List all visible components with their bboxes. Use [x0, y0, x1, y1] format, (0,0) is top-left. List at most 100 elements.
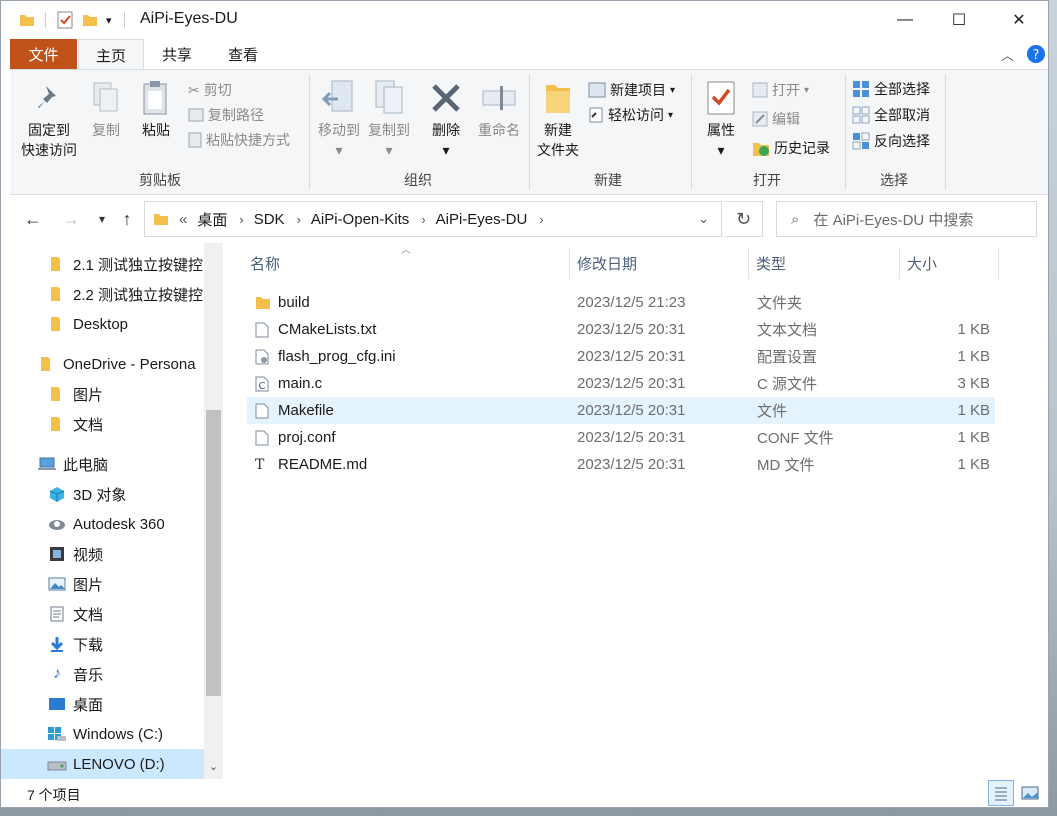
invert-selection-button[interactable]: 反向选择	[852, 129, 930, 153]
copy-path-label: 复制路径	[208, 107, 264, 123]
scrollbar-thumb[interactable]	[206, 410, 221, 696]
tab-home[interactable]: 主页	[78, 39, 144, 70]
column-type[interactable]: 类型	[749, 243, 899, 283]
nav-item[interactable]: 视频	[1, 539, 206, 569]
paste-button[interactable]: 粘贴	[134, 76, 178, 140]
move-to-button[interactable]: 移动到 ▾	[314, 76, 364, 160]
nav-item[interactable]: OneDrive - Persona	[1, 349, 206, 379]
help-icon[interactable]: ?	[1026, 44, 1046, 64]
svg-text:C: C	[259, 381, 266, 392]
file-row[interactable]: flash_prog_cfg.ini 2023/12/5 20:31 配置设置 …	[247, 343, 995, 370]
nav-item[interactable]: 图片	[1, 569, 206, 599]
chevron-right-icon[interactable]: ›	[539, 212, 543, 227]
minimize-button[interactable]: —	[879, 1, 931, 39]
new-item-button[interactable]: 新建项目 ▾	[588, 78, 675, 102]
file-row[interactable]: CMakeLists.txt 2023/12/5 20:31 文本文档 1 KB	[247, 316, 995, 343]
large-icons-view-button[interactable]	[1017, 780, 1043, 806]
chevron-down-icon[interactable]: ⌄	[698, 211, 709, 227]
copy-to-label: 复制到 ▾	[368, 122, 410, 158]
tab-share[interactable]: 共享	[144, 39, 210, 69]
details-view-button[interactable]	[988, 780, 1014, 806]
file-row-hovered[interactable]: Makefile 2023/12/5 20:31 文件 1 KB	[247, 397, 995, 424]
nav-item[interactable]: Desktop	[1, 309, 206, 339]
nav-item-this-pc[interactable]: 此电脑	[1, 449, 206, 479]
close-button[interactable]: ✕	[993, 1, 1045, 39]
chevron-down-icon: ▾	[804, 84, 810, 96]
copy-button[interactable]: 复制	[84, 76, 128, 140]
nav-item[interactable]: 文档	[1, 409, 206, 439]
new-folder-icon[interactable]	[82, 12, 98, 28]
nav-pane-scrollbar[interactable]: ⌄	[204, 243, 223, 779]
history-button[interactable]: 历史记录	[752, 136, 830, 160]
folder-icon	[51, 257, 60, 271]
nav-item[interactable]: ♪ 音乐	[1, 659, 206, 689]
chevron-right-icon[interactable]: ›	[297, 212, 301, 227]
properties-label: 属性 ▾	[707, 122, 735, 158]
refresh-button[interactable]: ↻	[725, 201, 763, 237]
forward-arrow-icon[interactable]: →	[59, 207, 83, 231]
copy-path-button[interactable]: 复制路径	[188, 103, 264, 127]
nav-item[interactable]: 2.2 测试独立按键控	[1, 279, 206, 309]
svg-text:?: ?	[1033, 48, 1040, 63]
file-date: 2023/12/5 20:31	[577, 375, 686, 392]
recent-locations-icon[interactable]: ▾	[90, 207, 114, 231]
collapse-ribbon-icon[interactable]: ︿	[1001, 45, 1014, 64]
nav-item[interactable]: 桌面	[1, 689, 206, 719]
ribbon: 固定到 快速访问 复制 粘贴 ✂ 剪切 复制路径 粘贴快捷方式 剪贴板 移动到 ▾ …	[10, 69, 1048, 195]
column-header: 名称 ︿ 修改日期 类型 大小	[223, 243, 1048, 283]
breadcrumb-item[interactable]: AiPi-Open-Kits	[311, 211, 409, 228]
edit-button[interactable]: 编辑	[752, 107, 800, 131]
column-size[interactable]: 大小	[900, 243, 998, 283]
breadcrumb-item[interactable]: SDK	[254, 211, 285, 228]
paste-shortcut-button[interactable]: 粘贴快捷方式	[188, 128, 290, 152]
nav-item[interactable]: 文档	[1, 599, 206, 629]
copy-to-button[interactable]: 复制到 ▾	[364, 76, 414, 160]
nav-item[interactable]: 下载	[1, 629, 206, 659]
delete-button[interactable]: 删除 ▾	[424, 76, 468, 160]
file-row[interactable]: build 2023/12/5 21:23 文件夹	[247, 289, 995, 316]
properties-icon[interactable]	[56, 11, 74, 29]
tab-view[interactable]: 查看	[210, 39, 276, 69]
pin-quick-access-button[interactable]: 固定到 快速访问	[14, 76, 84, 160]
history-icon	[753, 143, 769, 156]
breadcrumb-overflow[interactable]: «	[179, 211, 187, 228]
breadcrumb-item[interactable]: AiPi-Eyes-DU	[436, 211, 528, 228]
open-button[interactable]: 打开 ▾	[752, 78, 809, 102]
back-arrow-icon[interactable]: ←	[21, 207, 45, 231]
file-row[interactable]: T README.md 2023/12/5 20:31 MD 文件 1 KB	[247, 451, 995, 478]
nav-item[interactable]: 图片	[1, 379, 206, 409]
select-all-button[interactable]: 全部选择	[852, 77, 930, 101]
maximize-button[interactable]: ☐	[933, 1, 985, 39]
file-row[interactable]: C main.c 2023/12/5 20:31 C 源文件 3 KB	[247, 370, 995, 397]
nav-item[interactable]: 3D 对象	[1, 479, 206, 509]
new-folder-button[interactable]: 新建 文件夹	[532, 76, 584, 160]
tab-file[interactable]: 文件	[10, 39, 77, 69]
nav-item-selected[interactable]: LENOVO (D:)	[1, 749, 204, 779]
column-date[interactable]: 修改日期	[570, 243, 748, 283]
folder-icon	[41, 357, 50, 371]
sort-ascending-icon: ︿	[401, 245, 411, 256]
chevron-right-icon[interactable]: ›	[239, 212, 243, 227]
search-box[interactable]: ⌕ 在 AiPi-Eyes-DU 中搜索	[776, 201, 1037, 237]
customize-toolbar-icon[interactable]: ▾	[106, 14, 112, 27]
file-row[interactable]: proj.conf 2023/12/5 20:31 CONF 文件 1 KB	[247, 424, 995, 451]
breadcrumb-item[interactable]: 桌面	[197, 209, 227, 230]
folder-icon	[51, 387, 60, 401]
file-size: 1 KB	[957, 429, 990, 446]
address-bar[interactable]: « 桌面 › SDK › AiPi-Open-Kits › AiPi-Eyes-…	[144, 201, 722, 237]
easy-access-button[interactable]: 轻松访问 ▾	[588, 103, 673, 127]
nav-item[interactable]: Autodesk 360	[1, 509, 206, 539]
history-label: 历史记录	[774, 140, 830, 156]
nav-item[interactable]: 2.1 测试独立按键控	[1, 249, 206, 279]
select-none-button[interactable]: 全部取消	[852, 103, 930, 127]
properties-button[interactable]: 属性 ▾	[696, 76, 746, 160]
rename-button[interactable]: 重命名	[472, 76, 526, 140]
nav-item[interactable]: Windows (C:)	[1, 719, 206, 749]
search-icon: ⌕	[791, 210, 800, 228]
cut-button[interactable]: ✂ 剪切	[188, 78, 232, 102]
file-type: MD 文件	[757, 457, 815, 474]
chevron-right-icon[interactable]: ›	[421, 212, 425, 227]
chevron-down-icon[interactable]: ⌄	[204, 753, 223, 779]
up-arrow-icon[interactable]: ↑	[115, 207, 139, 231]
group-label-open: 打开	[753, 172, 781, 188]
